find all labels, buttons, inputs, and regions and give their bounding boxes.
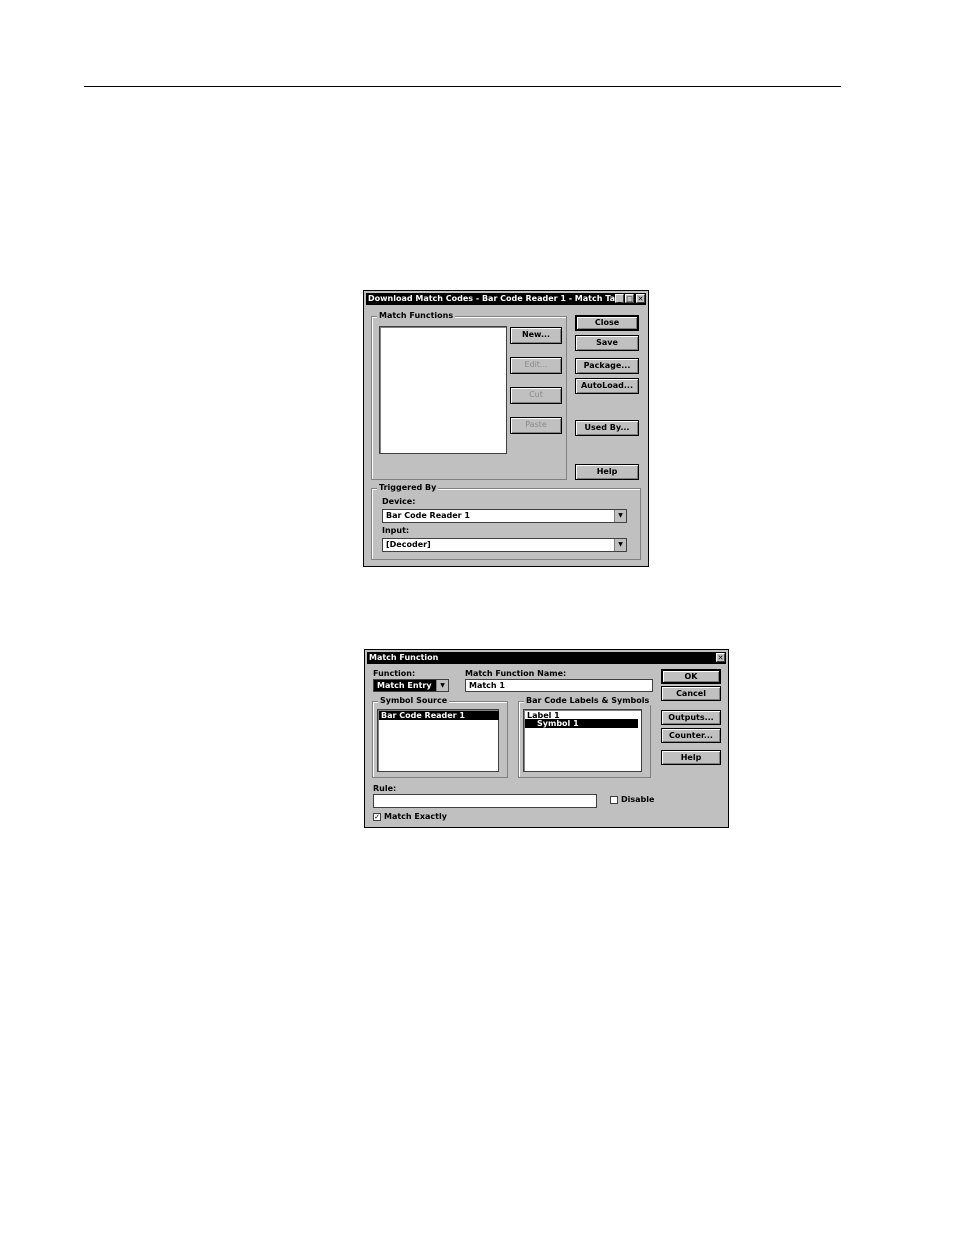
- match-function-name-label: Match Function Name:: [465, 669, 567, 678]
- dialog-title-bar: Match Function ✕: [367, 652, 726, 664]
- close-icon[interactable]: ✕: [636, 294, 645, 303]
- match-exactly-label: Match Exactly: [384, 812, 447, 821]
- match-function-dialog: Match Function ✕ Function: Match Entry ▼…: [364, 649, 729, 828]
- cancel-button[interactable]: Cancel: [661, 686, 721, 701]
- counter-button[interactable]: Counter...: [661, 728, 721, 743]
- close-icon[interactable]: ✕: [716, 653, 725, 662]
- disable-checkbox[interactable]: [610, 796, 618, 804]
- function-value: Match Entry: [377, 681, 432, 690]
- function-label: Function:: [373, 669, 416, 678]
- page-rule: [84, 86, 841, 87]
- rule-label: Rule:: [373, 784, 397, 793]
- autoload-button[interactable]: AutoLoad...: [575, 378, 639, 394]
- list-item[interactable]: Symbol 1: [525, 719, 638, 728]
- dialog-title: Download Match Codes - Bar Code Reader 1…: [368, 294, 625, 303]
- cut-button[interactable]: Cut: [510, 387, 562, 404]
- outputs-button[interactable]: Outputs...: [661, 710, 721, 725]
- match-functions-list[interactable]: [379, 326, 507, 454]
- disable-label: Disable: [621, 795, 655, 804]
- close-button[interactable]: Close: [575, 315, 639, 331]
- chevron-down-icon[interactable]: ▼: [436, 680, 448, 691]
- chevron-down-icon[interactable]: ▼: [614, 539, 626, 551]
- match-functions-label: Match Functions: [377, 311, 456, 320]
- labels-symbols-list[interactable]: Label 1 Symbol 1: [523, 709, 642, 772]
- save-button[interactable]: Save: [575, 335, 639, 351]
- minimize-icon[interactable]: _: [615, 294, 624, 303]
- used-by-button[interactable]: Used By...: [575, 420, 639, 436]
- dialog-title-bar: Download Match Codes - Bar Code Reader 1…: [366, 293, 646, 305]
- input-label: Input:: [382, 526, 410, 535]
- help-button[interactable]: Help: [575, 464, 639, 480]
- input-select[interactable]: [Decoder] ▼: [382, 538, 627, 552]
- symbol-source-list[interactable]: Bar Code Reader 1: [377, 709, 499, 772]
- paste-button[interactable]: Paste: [510, 417, 562, 434]
- triggered-by-label: Triggered By: [377, 483, 439, 492]
- ok-button[interactable]: OK: [661, 669, 721, 684]
- list-item[interactable]: Bar Code Reader 1: [379, 711, 499, 720]
- chevron-down-icon[interactable]: ▼: [614, 510, 626, 522]
- download-match-codes-dialog: Download Match Codes - Bar Code Reader 1…: [363, 290, 649, 567]
- rule-input[interactable]: [373, 794, 597, 808]
- package-button[interactable]: Package...: [575, 358, 639, 374]
- input-value: [Decoder]: [386, 540, 431, 549]
- device-value: Bar Code Reader 1: [386, 511, 470, 520]
- symbol-source-label: Symbol Source: [378, 696, 450, 705]
- device-select[interactable]: Bar Code Reader 1 ▼: [382, 509, 627, 523]
- edit-button[interactable]: Edit...: [510, 357, 562, 374]
- help-button[interactable]: Help: [661, 750, 721, 765]
- dialog-title: Match Function: [369, 653, 439, 662]
- match-exactly-checkbox[interactable]: ✓: [373, 813, 381, 821]
- device-label: Device:: [382, 497, 416, 506]
- function-select[interactable]: Match Entry ▼: [373, 679, 449, 692]
- new-button[interactable]: New...: [510, 327, 562, 344]
- maximize-icon[interactable]: □: [625, 294, 634, 303]
- labels-symbols-label: Bar Code Labels & Symbols: [524, 696, 652, 705]
- match-function-name-input[interactable]: Match 1: [465, 679, 653, 692]
